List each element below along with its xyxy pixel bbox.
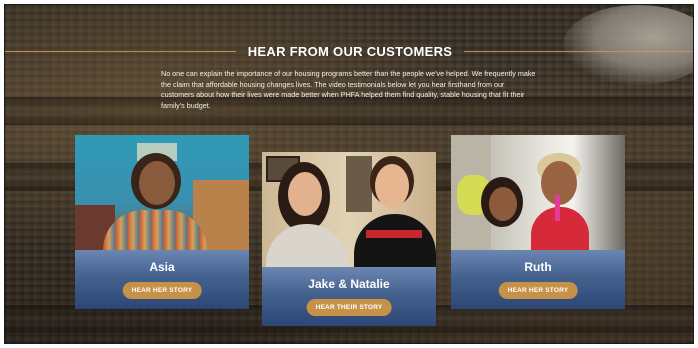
hear-their-story-button[interactable]: HEAR THEIR STORY	[306, 299, 392, 316]
card-name: Asia	[149, 260, 175, 274]
ruth-video-thumbnail[interactable]	[451, 135, 625, 250]
testimonial-card-ruth[interactable]: Ruth HEAR HER STORY	[451, 135, 625, 309]
title-divider-left	[5, 50, 236, 52]
ruth-card-footer: Ruth HEAR HER STORY	[451, 250, 625, 309]
section-header: HEAR FROM OUR CUSTOMERS	[5, 41, 693, 61]
asia-video-thumbnail[interactable]	[75, 135, 249, 250]
hear-her-story-button[interactable]: HEAR HER STORY	[498, 282, 578, 299]
section-intro: No one can explain the importance of our…	[161, 69, 536, 110]
card-name: Jake & Natalie	[308, 277, 390, 291]
jake-natalie-video-thumbnail[interactable]	[262, 152, 436, 267]
title-divider-right	[464, 50, 693, 52]
card-name: Ruth	[524, 260, 552, 274]
hear-her-story-button[interactable]: HEAR HER STORY	[122, 282, 202, 299]
testimonial-card-jake-natalie[interactable]: Jake & Natalie HEAR THEIR STORY	[262, 152, 436, 326]
testimonial-card-asia[interactable]: Asia HEAR HER STORY	[75, 135, 249, 309]
asia-card-footer: Asia HEAR HER STORY	[75, 250, 249, 309]
testimonials-section: HEAR FROM OUR CUSTOMERS No one can expla…	[4, 4, 694, 344]
section-title: HEAR FROM OUR CUSTOMERS	[247, 43, 453, 59]
jake-natalie-card-footer: Jake & Natalie HEAR THEIR STORY	[262, 267, 436, 326]
